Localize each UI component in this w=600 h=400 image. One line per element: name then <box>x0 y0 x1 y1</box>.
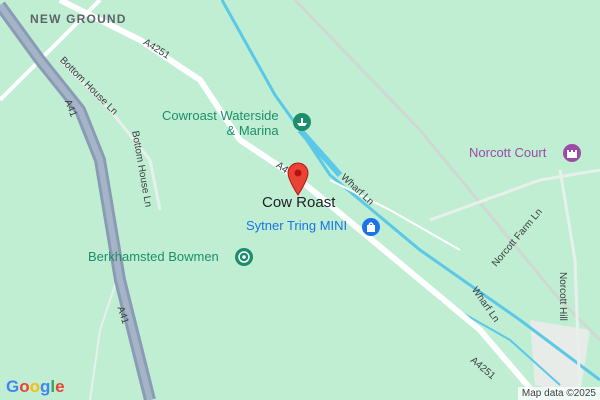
poi-marina-label[interactable]: Cowroast Waterside & Marina <box>162 108 279 138</box>
location-pin-icon[interactable] <box>286 162 310 196</box>
logo-letter-o1: o <box>19 377 30 396</box>
poi-sytner-label[interactable]: Sytner Tring MINI <box>246 218 347 233</box>
poi-norcott-court-label[interactable]: Norcott Court <box>469 145 546 160</box>
logo-letter-g2: g <box>40 377 51 396</box>
castle-icon[interactable] <box>562 143 582 163</box>
poi-marina-line-2: & Marina <box>226 123 279 138</box>
logo-letter-o2: o <box>29 377 41 396</box>
map-attribution[interactable]: Map data ©2025 <box>517 387 600 400</box>
poi-bowmen-label[interactable]: Berkhamsted Bowmen <box>88 249 219 264</box>
target-icon[interactable] <box>234 247 254 267</box>
google-logo: Google <box>6 377 65 397</box>
place-label-new-ground: NEW GROUND <box>30 12 127 26</box>
boat-icon[interactable] <box>292 112 312 132</box>
shopping-bag-icon[interactable] <box>361 217 381 237</box>
logo-letter-g1: G <box>6 377 20 396</box>
map-view[interactable]: NEW GROUND Cow Roast A4251 A4 A4251 A41 … <box>0 0 600 400</box>
logo-letter-e: e <box>55 377 65 396</box>
place-label-cow-roast: Cow Roast <box>262 194 336 211</box>
poi-marina-line-1: Cowroast Waterside <box>162 108 279 123</box>
road-label-norcott-hill: Norcott Hill <box>557 272 568 321</box>
